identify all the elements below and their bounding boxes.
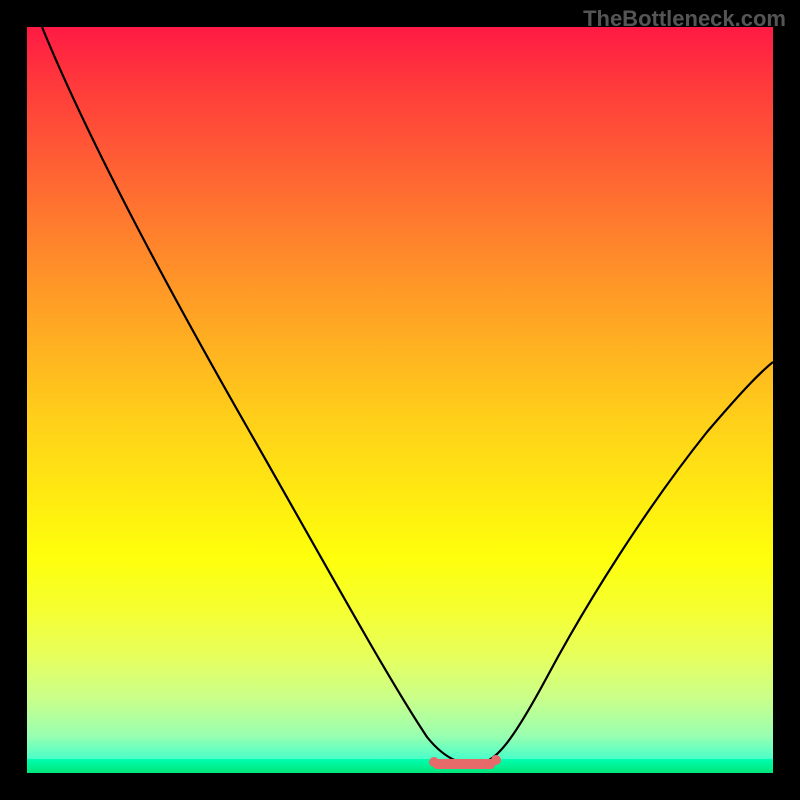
- watermark-text: TheBottleneck.com: [583, 6, 786, 32]
- chart-frame: [27, 27, 773, 773]
- chart-curve-layer: [27, 27, 773, 773]
- optimal-range-marker-right-dot: [491, 755, 501, 765]
- optimal-range-marker: [433, 759, 495, 769]
- bottleneck-curve-path: [42, 27, 773, 764]
- optimal-range-marker-left-dot: [429, 757, 439, 767]
